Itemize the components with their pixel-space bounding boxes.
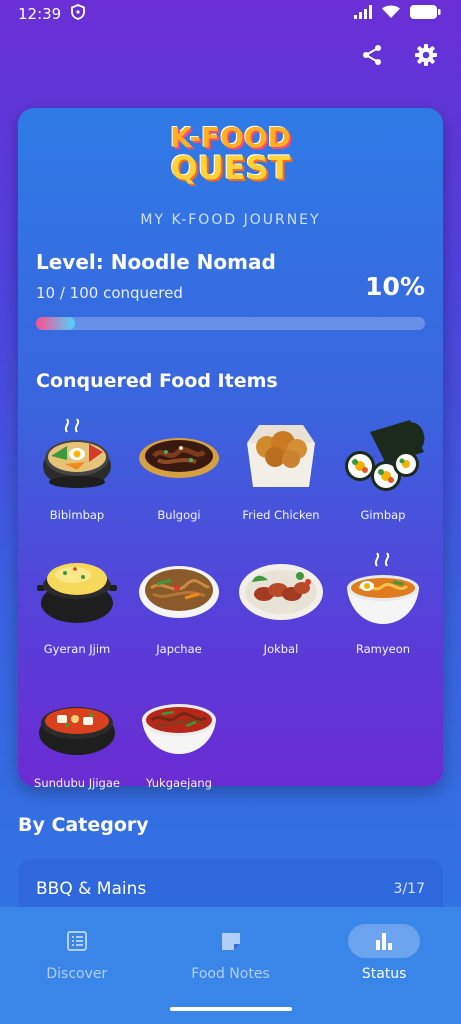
nav-discover[interactable]: Discover	[0, 907, 154, 1024]
shield-icon	[71, 4, 86, 24]
jokbal-icon	[238, 552, 324, 628]
food-name: Bulgogi	[157, 508, 201, 522]
food-name: Sundubu Jjigae	[34, 776, 120, 790]
nav-label: Status	[361, 966, 407, 982]
food-name: Bibimbap	[49, 508, 105, 522]
fried-chicken-icon	[238, 418, 324, 494]
level-title: Level: Noodle Nomad	[36, 250, 276, 274]
food-name: Gyeran Jjim	[43, 642, 111, 656]
food-item-japchae[interactable]: Japchae	[128, 552, 230, 656]
journey-subtitle: MY K-FOOD JOURNEY	[140, 212, 321, 228]
food-name: Jokbal	[263, 642, 299, 656]
bar-chart-icon	[348, 924, 421, 958]
battery-icon	[409, 4, 441, 24]
nav-label: Discover	[46, 966, 108, 982]
food-item-gimbap[interactable]: Gimbap	[332, 418, 434, 522]
food-grid: Bibimbap Bulgogi Fried Chicken Gimbap Gy…	[26, 418, 435, 790]
gimbap-icon	[340, 418, 426, 494]
food-name: Japchae	[156, 642, 202, 656]
food-item-bibimbap[interactable]: Bibimbap	[26, 418, 128, 522]
by-category-title: By Category	[18, 814, 149, 836]
food-item-yukgaejang[interactable]: Yukgaejang	[128, 686, 230, 790]
note-icon	[195, 924, 267, 958]
nav-label: Food Notes	[191, 966, 270, 982]
bulgogi-icon	[136, 418, 222, 494]
journey-card: K-FOOD QUEST MY K-FOOD JOURNEY Level: No…	[18, 108, 443, 790]
signal-icon	[353, 5, 373, 23]
k-food-quest-logo: K-FOOD QUEST	[170, 121, 291, 187]
wifi-icon	[381, 5, 401, 23]
gyeran-jjim-icon	[34, 552, 120, 628]
conquered-count: 10 / 100 conquered	[36, 284, 183, 302]
progress-bar	[36, 317, 425, 330]
top-actions	[359, 42, 439, 68]
share-icon[interactable]	[359, 42, 385, 68]
home-indicator	[170, 1007, 292, 1011]
food-item-gyeran-jjim[interactable]: Gyeran Jjim	[26, 552, 128, 656]
settings-gear-icon[interactable]	[413, 42, 439, 68]
food-item-bulgogi[interactable]: Bulgogi	[128, 418, 230, 522]
yukgaejang-icon	[136, 686, 222, 762]
food-name: Ramyeon	[355, 642, 411, 656]
food-name: Yukgaejang	[146, 776, 212, 790]
food-item-ramyeon[interactable]: Ramyeon	[332, 552, 434, 656]
category-name: BBQ & Mains	[36, 879, 147, 899]
category-count: 3/17	[393, 881, 425, 897]
food-item-fried-chicken[interactable]: Fried Chicken	[230, 418, 332, 522]
progress-percent: 10%	[365, 272, 425, 301]
list-icon	[41, 924, 113, 958]
status-time: 12:39	[18, 5, 62, 23]
conquered-section-title: Conquered Food Items	[36, 370, 278, 392]
food-item-jokbal[interactable]: Jokbal	[230, 552, 332, 656]
ramyeon-icon	[340, 552, 426, 628]
nav-status[interactable]: Status	[307, 907, 461, 1024]
bibimbap-icon	[34, 418, 120, 494]
food-item-sundubu-jjigae[interactable]: Sundubu Jjigae	[26, 686, 128, 790]
progress-fill	[36, 317, 75, 330]
status-bar: 12:39	[0, 0, 461, 28]
food-name: Fried Chicken	[242, 508, 320, 522]
sundubu-jjigae-icon	[34, 686, 120, 762]
food-name: Gimbap	[360, 508, 406, 522]
japchae-icon	[136, 552, 222, 628]
